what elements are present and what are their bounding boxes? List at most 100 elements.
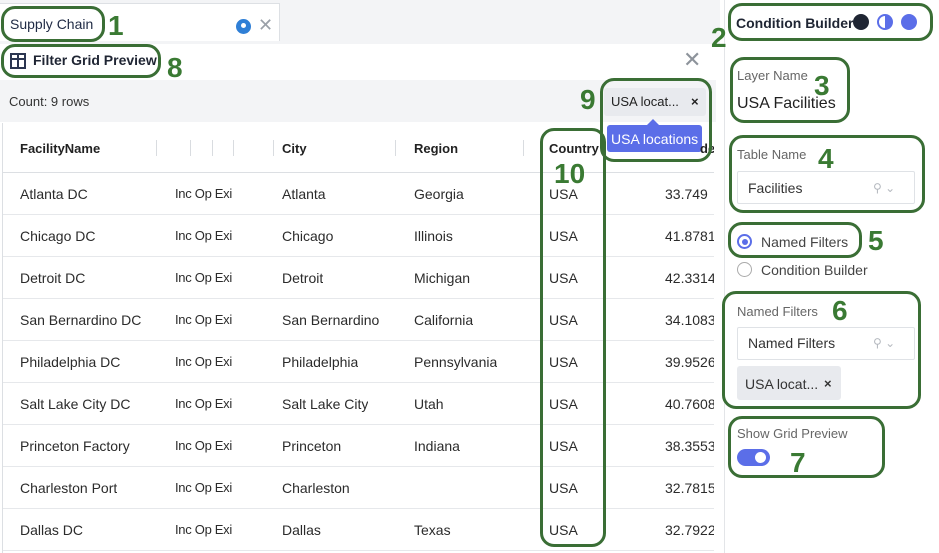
table-name-value: Facilities: [748, 180, 803, 196]
cell-name: Philadelphia DC: [20, 354, 121, 370]
cell-name: Charleston Port: [20, 480, 118, 496]
annotation-label: 8: [167, 52, 183, 83]
annotation-label: 7: [790, 447, 806, 478]
cell-name: Detroit DC: [20, 270, 86, 286]
condition-builder-title: Condition Builder: [736, 15, 854, 31]
cell-lat: 41.8781: [665, 228, 714, 244]
table-name-label: Table Name: [737, 147, 807, 162]
cell-city: Detroit: [282, 270, 324, 286]
radio-named-filters-label[interactable]: Named Filters: [761, 234, 848, 250]
filter-chip-remove-icon[interactable]: ×: [691, 94, 699, 109]
radio-condition-builder-label[interactable]: Condition Builder: [761, 262, 868, 278]
table-row[interactable]: Philadelphia DC Inc Op Exi Philadelphia Pen…: [3, 341, 714, 383]
cell-country: USA: [549, 396, 578, 412]
named-filters-placeholder: Named Filters: [748, 335, 836, 351]
panel-title: Filter Grid Preview: [33, 52, 157, 68]
cell-name: Chicago DC: [20, 228, 96, 244]
cell-city: San Bernardino: [282, 312, 380, 328]
search-icon: ⚲ ⌄: [873, 336, 896, 350]
table-row[interactable]: San Bernardino DC Inc Op Exi San Bernardin…: [3, 299, 714, 341]
col-separator[interactable]: [156, 140, 157, 156]
cell-country: USA: [549, 522, 578, 538]
col-separator[interactable]: [212, 140, 213, 156]
location-pin-icon[interactable]: [236, 19, 251, 34]
cell-lat: 32.7815: [665, 480, 714, 496]
table-row[interactable]: Dallas DC Inc Op Exi Dallas Texas USA 32.7922: [3, 509, 714, 551]
annotation-label: 1: [108, 10, 124, 41]
col-separator[interactable]: [395, 140, 396, 156]
cell-region: Georgia: [414, 186, 464, 202]
annotation-label: 10: [554, 158, 586, 189]
annotation-label: 2: [711, 22, 727, 53]
col-header-country[interactable]: Country: [549, 141, 599, 156]
annotation-label: 6: [832, 295, 848, 326]
cell-name: Princeton Factory: [20, 438, 130, 454]
cell-region: Utah: [414, 396, 444, 412]
cell-city: Chicago: [282, 228, 334, 244]
cell-abbr: Inc Op Exi: [175, 438, 232, 453]
table-row[interactable]: Charleston Port Inc Op Exi Charleston USA 32…: [3, 467, 714, 509]
annotation-label: 3: [814, 70, 830, 101]
tab-supply-chain[interactable]: Supply Chain ✕: [0, 3, 280, 41]
cell-country: USA: [549, 480, 578, 496]
col-separator[interactable]: [190, 140, 191, 156]
annotation-label: 9: [580, 84, 596, 115]
cell-name: Atlanta DC: [20, 186, 88, 202]
named-filters-label: Named Filters: [737, 304, 818, 319]
table-row[interactable]: Detroit DC Inc Op Exi Detroit Michigan USA 42…: [3, 257, 714, 299]
filter-chip-label: USA locat...: [611, 94, 679, 109]
cell-lat: 40.7608: [665, 396, 714, 412]
close-icon[interactable]: ✕: [683, 47, 701, 73]
radio-named-filters[interactable]: [737, 234, 752, 249]
show-grid-preview-toggle[interactable]: [737, 449, 770, 466]
table-row[interactable]: Princeton Factory Inc Op Exi Princeton Indi…: [3, 425, 714, 467]
cell-city: Princeton: [282, 438, 342, 454]
cell-city: Philadelphia: [282, 354, 359, 370]
cell-region: Illinois: [414, 228, 453, 244]
named-filter-chip-remove-icon[interactable]: ×: [824, 376, 832, 391]
grid-header: FacilityName City Region Country de: [3, 123, 714, 173]
col-separator[interactable]: [523, 140, 524, 156]
cell-region: California: [414, 312, 474, 328]
cell-lat: 34.1083: [665, 312, 714, 328]
col-header-city[interactable]: City: [282, 141, 307, 156]
col-separator[interactable]: [273, 140, 274, 156]
layer-name-label: Layer Name: [737, 68, 808, 83]
cell-abbr: Inc Op Exi: [175, 354, 232, 369]
tab-label: Supply Chain: [10, 16, 94, 32]
tab-close-icon[interactable]: ✕: [258, 15, 273, 36]
cell-name: Dallas DC: [20, 522, 84, 538]
cell-lat: 33.749: [665, 186, 708, 202]
cell-country: USA: [549, 312, 578, 328]
cell-lat: 39.9526: [665, 354, 714, 370]
col-header-latitude[interactable]: de: [700, 141, 714, 156]
settings-icon[interactable]: [901, 14, 917, 30]
cell-abbr: Inc Op Exi: [175, 312, 232, 327]
table-row[interactable]: Salt Lake City DC Inc Op Exi Salt Lake Cit…: [3, 383, 714, 425]
search-icon: ⚲ ⌄: [873, 181, 896, 195]
contrast-icon[interactable]: [877, 14, 893, 30]
table-row[interactable]: Atlanta DC Inc Op Exi Atlanta Georgia USA 33.…: [3, 173, 714, 215]
col-header-region[interactable]: Region: [414, 141, 458, 156]
show-grid-preview-label: Show Grid Preview: [737, 426, 848, 441]
cell-country: USA: [549, 438, 578, 454]
cell-region: Michigan: [414, 270, 471, 286]
col-header-facilityname[interactable]: FacilityName: [20, 141, 100, 156]
cell-region: Indiana: [414, 438, 460, 454]
cell-country: USA: [549, 270, 578, 286]
cell-country: USA: [549, 228, 578, 244]
cell-lat: 38.3553: [665, 438, 714, 454]
cell-lat: 32.7922: [665, 522, 714, 538]
cell-city: Salt Lake City: [282, 396, 369, 412]
table-row[interactable]: Chicago DC Inc Op Exi Chicago Illinois USA 41…: [3, 215, 714, 257]
radio-condition-builder[interactable]: [737, 262, 752, 277]
cell-city: Dallas: [282, 522, 321, 538]
cell-name: Salt Lake City DC: [20, 396, 131, 412]
cell-abbr: Inc Op Exi: [175, 396, 232, 411]
user-icon[interactable]: [853, 14, 869, 30]
annotation-label: 4: [818, 143, 834, 174]
cell-region: Pennsylvania: [414, 354, 498, 370]
cell-name: San Bernardino DC: [20, 312, 142, 328]
col-separator[interactable]: [233, 140, 234, 156]
cell-abbr: Inc Op Exi: [175, 228, 232, 243]
